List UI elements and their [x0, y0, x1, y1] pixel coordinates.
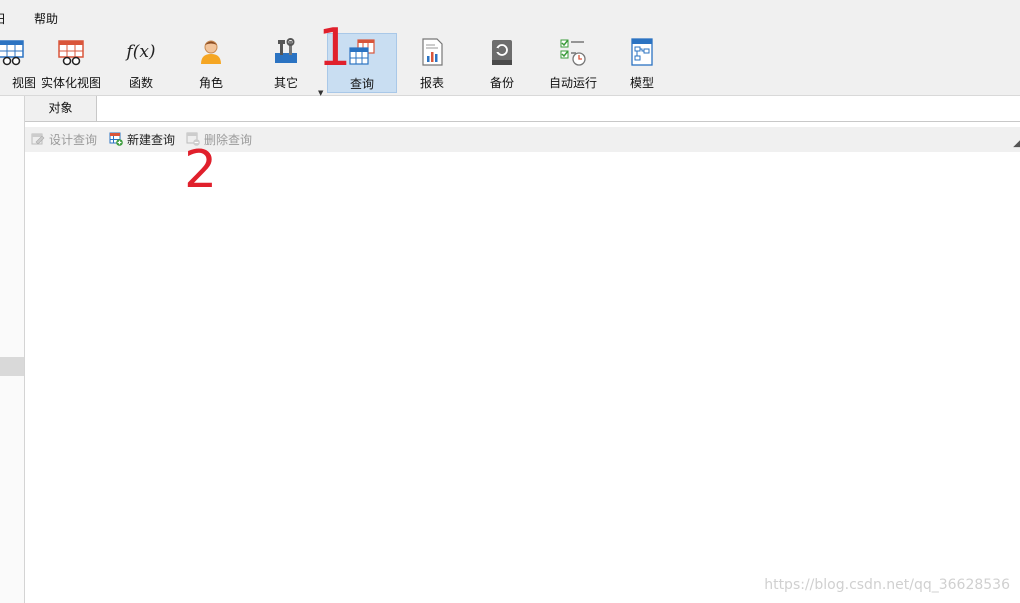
object-list-area[interactable] — [25, 152, 1020, 603]
role-button[interactable]: 角色 — [184, 33, 238, 93]
report-icon — [422, 38, 443, 66]
materialized-view-icon — [58, 40, 84, 66]
other-label: 其它 — [273, 76, 298, 90]
menu-item-help[interactable]: 帮助 — [34, 10, 58, 27]
function-button[interactable]: f(x) 函数 — [114, 33, 168, 93]
tab-objects[interactable]: 对象 — [25, 96, 97, 121]
query-icon — [349, 39, 375, 65]
function-label: 函数 — [128, 76, 153, 90]
annotation-step-2: 2 — [184, 140, 218, 200]
other-button[interactable]: 其它 — [258, 33, 314, 93]
corner-resize-icon: ◢ — [1013, 139, 1020, 149]
view-label: 视图 — [11, 76, 36, 90]
model-button[interactable]: 模型 — [615, 33, 669, 93]
materialized-view-button[interactable]: 实体化视图 — [38, 33, 104, 93]
navigation-selected-item[interactable] — [0, 357, 24, 376]
backup-button[interactable]: 备份 — [475, 33, 529, 93]
report-label: 报表 — [419, 76, 444, 90]
auto-run-label: 自动运行 — [548, 76, 597, 90]
main-toolbar: 视图 实体化视图 f(x) 函数 角色 其它 ▼ 查询 报表 备份 自动运行 模… — [0, 30, 1020, 97]
new-query-button[interactable]: 新建查询 — [109, 131, 175, 149]
navigation-pane[interactable] — [0, 96, 25, 603]
role-label: 角色 — [198, 76, 223, 90]
new-query-label: 新建查询 — [127, 133, 176, 147]
object-toolbar: 设计查询 新建查询 删除查询 — [25, 127, 1020, 152]
new-query-icon — [109, 132, 123, 146]
other-tools-icon — [275, 38, 297, 63]
annotation-step-1: 1 — [318, 18, 352, 78]
menu-bar: 日 帮助 — [0, 0, 1020, 30]
design-query-label: 设计查询 — [49, 133, 98, 147]
design-query-icon — [31, 133, 45, 145]
auto-run-button[interactable]: 自动运行 — [542, 33, 604, 93]
materialized-view-label: 实体化视图 — [40, 76, 101, 90]
watermark: https://blog.csdn.net/qq_36628536 — [764, 577, 1010, 593]
model-label: 模型 — [629, 76, 654, 90]
tab-strip: 对象 — [25, 96, 1020, 122]
role-icon — [201, 40, 221, 64]
function-icon: f(x) — [126, 42, 156, 62]
model-icon — [631, 38, 653, 66]
menu-item-window[interactable]: 日 — [0, 10, 6, 27]
design-query-button[interactable]: 设计查询 — [31, 131, 97, 149]
backup-label: 备份 — [489, 76, 514, 90]
view-button[interactable]: 视图 — [0, 33, 36, 93]
view-icon — [0, 40, 24, 66]
auto-run-icon — [560, 39, 586, 66]
backup-icon — [492, 40, 512, 65]
report-button[interactable]: 报表 — [405, 33, 459, 93]
